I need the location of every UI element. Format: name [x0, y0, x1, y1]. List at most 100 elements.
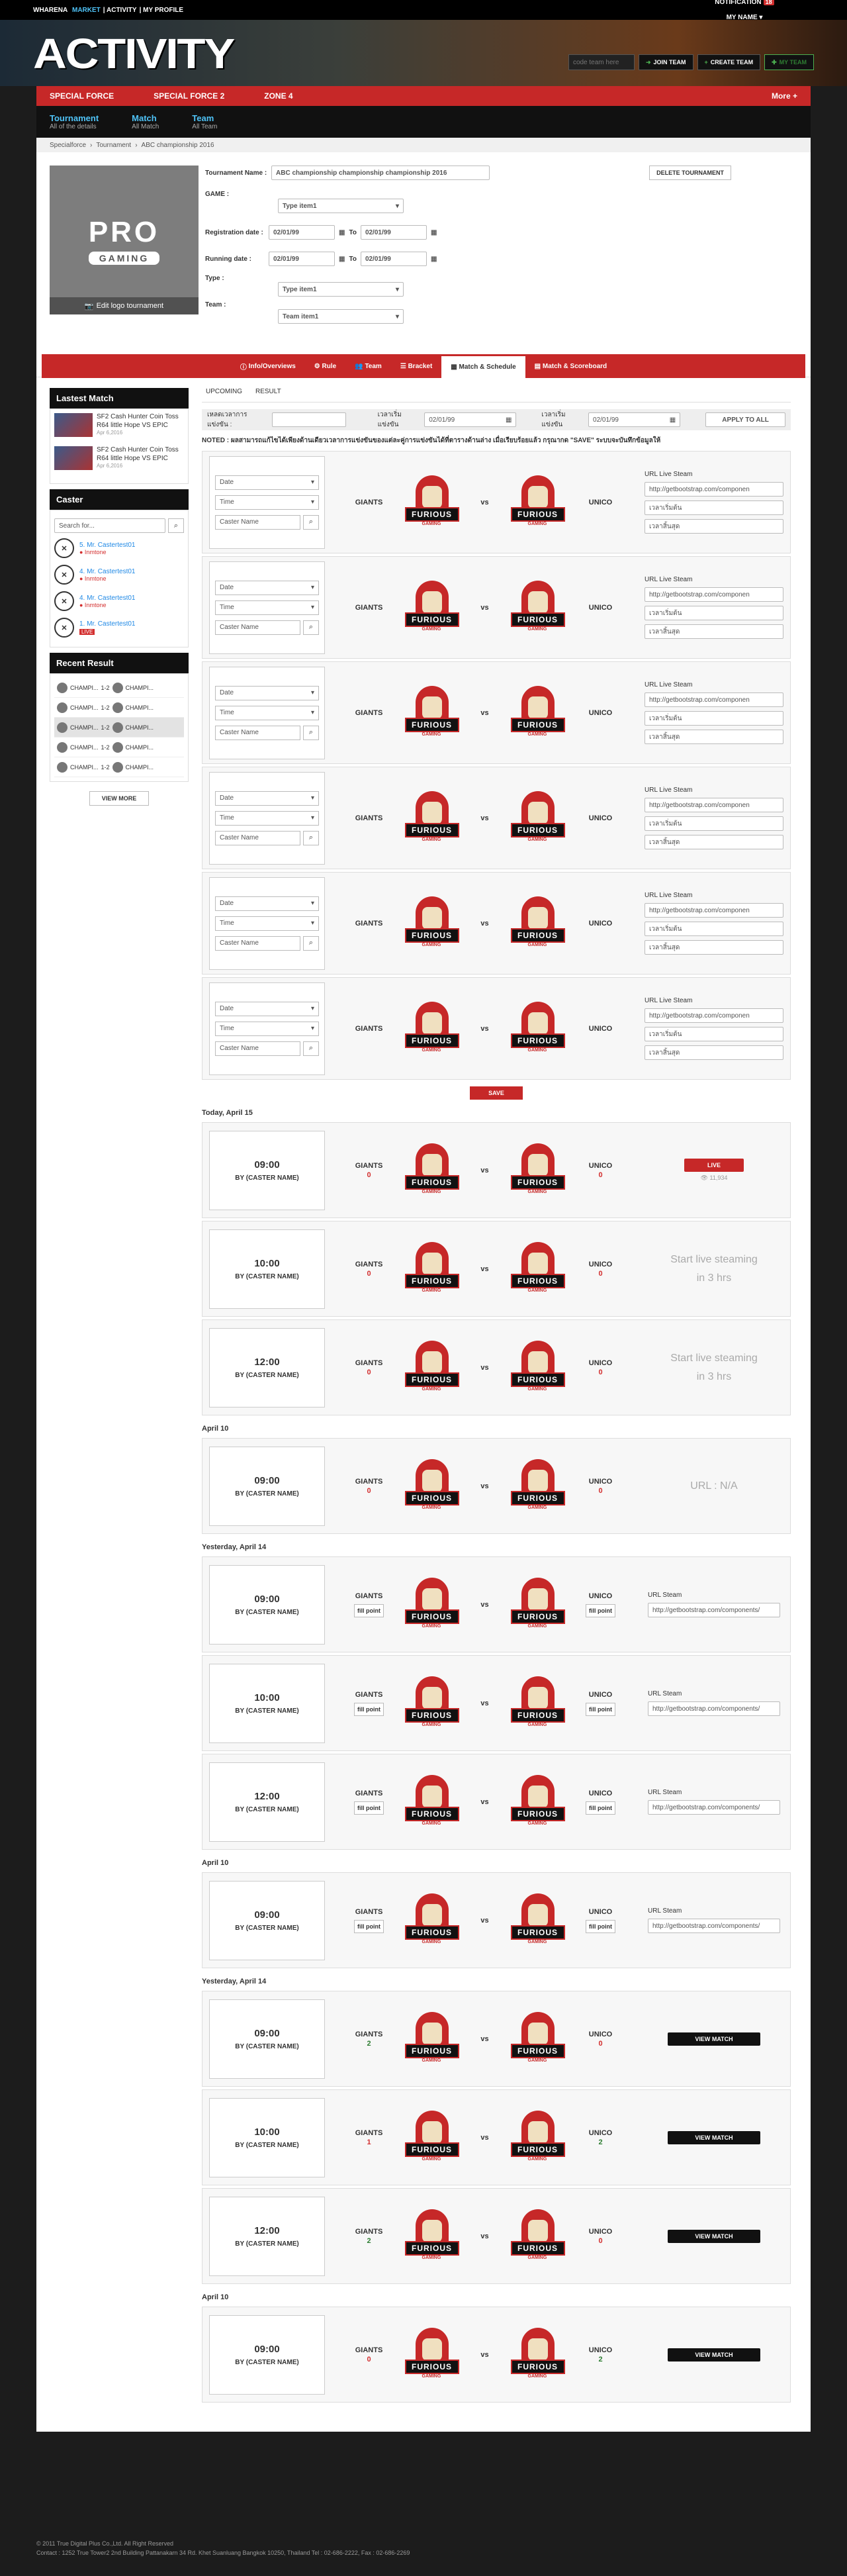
search-icon[interactable]: ⌕ [303, 725, 319, 740]
end-time-input[interactable]: เวลาสิ้นสุด [645, 730, 783, 744]
stream-url-input[interactable]: http://getbootstrap.com/components/ [648, 1701, 780, 1716]
date-select[interactable]: Date ▾ [215, 790, 319, 806]
calendar-icon[interactable]: ▦ [339, 256, 345, 263]
fill-point-input[interactable]: fill point [354, 1702, 384, 1716]
stream-url-input[interactable]: http://getbootstrap.com/components/ [648, 1919, 780, 1933]
caster-name-input[interactable]: Caster Name [215, 935, 300, 951]
start-time-input[interactable]: เวลาเริ่มต้น [645, 1027, 783, 1041]
filter-select[interactable] [272, 412, 346, 427]
nav-more[interactable]: More + [772, 91, 797, 101]
time-select[interactable]: Time ▾ [215, 916, 319, 931]
fill-point-input[interactable]: fill point [586, 1702, 615, 1716]
tab-match-schedule[interactable]: ▦ Match & Schedule [441, 354, 525, 378]
time-select[interactable]: Time ▾ [215, 1021, 319, 1036]
tab-team[interactable]: 👥 Team [345, 354, 391, 378]
brand-link[interactable]: WHARENA [33, 7, 67, 14]
live-button[interactable]: LIVE [684, 1159, 744, 1172]
tab-scoreboard[interactable]: ▤ Match & Scoreboard [525, 354, 616, 378]
end-time-input[interactable]: เวลาสิ้นสุด [645, 940, 783, 955]
live-url-input[interactable]: http://getbootstrap.com/componen [645, 903, 783, 918]
end-time-input[interactable]: เวลาสิ้นสุด [645, 519, 783, 534]
tab-result[interactable]: RESULT [255, 388, 281, 395]
date-select[interactable]: Date ▾ [215, 1001, 319, 1016]
tab-info[interactable]: ⓘ Info/Overviews [231, 354, 305, 378]
breadcrumb-item[interactable]: Tournament [96, 142, 131, 149]
calendar-icon[interactable]: ▦ [339, 229, 345, 236]
reg-end-input[interactable]: 02/01/99 [360, 225, 427, 240]
delete-tournament-button[interactable]: DELETE TOURNAMENT [649, 166, 731, 180]
table-row[interactable]: CHAMPI... 1-2 CHAMPI... [54, 678, 184, 698]
end-time-input[interactable]: เวลาสิ้นสุด [645, 835, 783, 849]
fill-point-input[interactable]: fill point [586, 1603, 615, 1617]
table-row[interactable]: CHAMPI... 1-2 CHAMPI... [54, 757, 184, 777]
apply-all-button[interactable]: APPLY TO ALL [705, 412, 785, 427]
time-select[interactable]: Time ▾ [215, 810, 319, 826]
reg-start-input[interactable]: 02/01/99 [269, 225, 335, 240]
view-match-button[interactable]: VIEW MATCH [668, 2229, 760, 2243]
list-item[interactable]: ✕ 4. Mr. Castertest01 ● Inmtone [54, 563, 184, 586]
list-item[interactable]: SF2 Cash Hunter Coin Toss R64 little Hop… [54, 413, 184, 442]
create-team-button[interactable]: + CREATE TEAM [697, 54, 761, 70]
subnav-tournament[interactable]: Tournament All of the details [50, 113, 99, 130]
date-select[interactable]: Date ▾ [215, 475, 319, 490]
subnav-team[interactable]: Team All Team [192, 113, 217, 130]
search-icon[interactable]: ⌕ [303, 514, 319, 530]
game-select[interactable]: Type item1 ▾ [278, 199, 404, 213]
calendar-icon[interactable]: ▦ [431, 229, 437, 236]
caster-search-input[interactable]: Search for... [54, 518, 165, 533]
start-time-input[interactable]: เวลาเริ่มต้น [645, 922, 783, 936]
activity-link[interactable]: ACTIVITY [107, 7, 137, 14]
search-icon[interactable]: ⌕ [303, 620, 319, 635]
list-item[interactable]: SF2 Cash Hunter Coin Toss R64 little Hop… [54, 446, 184, 475]
team-select[interactable]: Team item1 ▾ [278, 309, 404, 324]
table-row[interactable]: CHAMPI... 1-2 CHAMPI... [54, 718, 184, 738]
start-date-input[interactable]: 02/01/99 ▦ [424, 412, 517, 427]
list-item[interactable]: ✕ 1. Mr. Castertest01 LIVE [54, 616, 184, 639]
nav-zone-4[interactable]: ZONE 4 [264, 91, 292, 101]
caster-name-input[interactable]: Caster Name [215, 1041, 300, 1056]
caster-name-input[interactable]: Caster Name [215, 830, 300, 845]
nav-special-force-2[interactable]: SPECIAL FORCE 2 [154, 91, 224, 101]
time-select[interactable]: Time ▾ [215, 495, 319, 510]
live-url-input[interactable]: http://getbootstrap.com/componen [645, 587, 783, 602]
calendar-icon[interactable]: ▦ [431, 256, 437, 263]
start-time-input[interactable]: เวลาเริ่มต้น [645, 606, 783, 620]
end-time-input[interactable]: เวลาสิ้นสุด [645, 624, 783, 639]
tournament-name-input[interactable]: ABC championship championship championsh… [271, 166, 490, 180]
tab-upcoming[interactable]: UPCOMING [206, 388, 242, 395]
start-time-input[interactable]: เวลาเริ่มต้น [645, 711, 783, 726]
list-item[interactable]: ✕ 4. Mr. Castertest01 ● Inmtone [54, 590, 184, 612]
table-row[interactable]: CHAMPI... 1-2 CHAMPI... [54, 738, 184, 757]
search-icon[interactable]: ⌕ [303, 935, 319, 951]
tab-bracket[interactable]: ☰ Bracket [391, 354, 441, 378]
live-url-input[interactable]: http://getbootstrap.com/componen [645, 482, 783, 497]
run-start-input[interactable]: 02/01/99 [269, 252, 335, 266]
stream-url-input[interactable]: http://getbootstrap.com/components/ [648, 1603, 780, 1617]
fill-point-input[interactable]: fill point [354, 1603, 384, 1617]
view-match-button[interactable]: VIEW MATCH [668, 2348, 760, 2361]
start-time-input[interactable]: เวลาเริ่มต้น [645, 816, 783, 831]
fill-point-input[interactable]: fill point [354, 1919, 384, 1933]
live-url-input[interactable]: http://getbootstrap.com/componen [645, 1008, 783, 1023]
search-icon[interactable]: ⌕ [168, 518, 184, 533]
tournament-logo[interactable]: PRO GAMING 📷 Edit logo tournament [50, 166, 199, 314]
caster-name-input[interactable]: Caster Name [215, 725, 300, 740]
caster-name-input[interactable]: Caster Name [215, 514, 300, 530]
notification-link[interactable]: NOTIFICATION 18 [715, 0, 774, 6]
fill-point-input[interactable]: fill point [586, 1919, 615, 1933]
start-time-input[interactable]: เวลาเริ่มต้น [645, 501, 783, 515]
subnav-match[interactable]: Match All Match [132, 113, 159, 130]
breadcrumb-item[interactable]: Specialforce [50, 142, 86, 149]
date-select[interactable]: Date ▾ [215, 685, 319, 700]
run-end-input[interactable]: 02/01/99 [360, 252, 427, 266]
fill-point-input[interactable]: fill point [586, 1801, 615, 1815]
time-select[interactable]: Time ▾ [215, 705, 319, 720]
date-select[interactable]: Date ▾ [215, 896, 319, 911]
my-team-button[interactable]: ✚ MY TEAM [764, 54, 814, 70]
stream-url-input[interactable]: http://getbootstrap.com/components/ [648, 1800, 780, 1815]
caster-name-input[interactable]: Caster Name [215, 620, 300, 635]
live-url-input[interactable]: http://getbootstrap.com/componen [645, 798, 783, 812]
type-select[interactable]: Type item1 ▾ [278, 282, 404, 297]
view-match-button[interactable]: VIEW MATCH [668, 2130, 760, 2144]
list-item[interactable]: ✕ 5. Mr. Castertest01 ● Inmtone [54, 537, 184, 559]
